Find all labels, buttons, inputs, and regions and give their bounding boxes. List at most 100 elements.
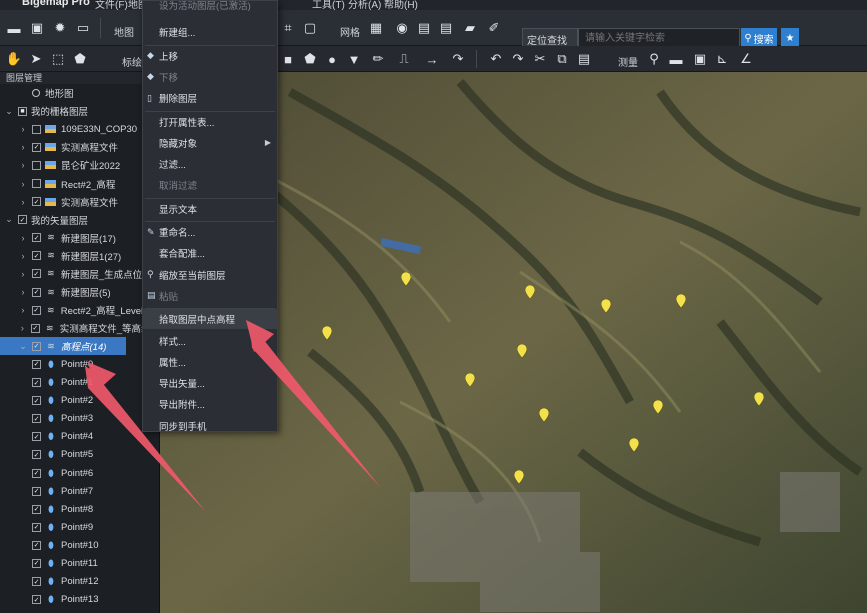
elevation-marker-icon[interactable] <box>653 400 663 414</box>
tree-row[interactable]: ✓ ⬮ Point#10 <box>0 536 159 554</box>
annotate-label[interactable]: 标绘 <box>122 54 142 69</box>
pentagon-tool-icon[interactable]: ⬟ <box>300 49 320 69</box>
layer-checkbox[interactable]: ✓ <box>18 215 27 225</box>
menu-file[interactable]: 文件(F) <box>95 0 128 10</box>
layer-checkbox[interactable]: ✓ <box>31 305 41 315</box>
menu-tools[interactable]: 工具(T) <box>312 0 345 10</box>
chevron-right-icon[interactable]: › <box>18 305 28 315</box>
text-tool-icon[interactable]: ⎍ <box>394 49 414 69</box>
context-menu-item[interactable]: ✎ 重命名... <box>143 222 277 242</box>
context-menu-item[interactable]: 新建组... <box>143 22 277 42</box>
layer-checkbox[interactable] <box>32 124 41 134</box>
search-button[interactable]: ⚲ 搜索 <box>741 28 777 48</box>
elevation-marker-icon[interactable] <box>754 392 764 406</box>
tree-row[interactable]: ✓ ⬮ Point#6 <box>0 464 159 482</box>
layer-checkbox[interactable]: ✓ <box>32 595 41 605</box>
tree-row[interactable]: › ✓ 实测高程文件 <box>0 138 159 156</box>
arrow-tool-icon[interactable]: → <box>422 49 442 69</box>
triangle-tool-icon[interactable]: ▼ <box>344 49 364 69</box>
settings-icon[interactable]: ✹ <box>50 18 70 38</box>
tree-row[interactable]: ✓ ⬮ Point#12 <box>0 573 159 591</box>
tree-row[interactable]: ✓ ⬮ Point#11 <box>0 554 159 572</box>
layer-checkbox[interactable]: ✓ <box>32 486 41 496</box>
chevron-down-icon[interactable]: ⌄ <box>4 214 14 225</box>
frame-icon[interactable]: ▢ <box>300 18 320 38</box>
chevron-right-icon[interactable]: › <box>18 160 28 170</box>
rectangle-tool-icon[interactable]: ■ <box>278 49 298 69</box>
chevron-right-icon[interactable]: › <box>18 124 28 134</box>
layer-checkbox[interactable]: ✓ <box>32 251 41 261</box>
tree-row[interactable]: ✓ ⬮ Point#2 <box>0 392 159 410</box>
layer-checkbox[interactable]: ✓ <box>32 287 41 297</box>
measure-label[interactable]: 测量 <box>618 54 638 69</box>
tree-row[interactable]: › ✓ ≋ 实测高程文件_等高线(1 <box>0 319 159 337</box>
circle-tool-icon[interactable]: ● <box>322 49 342 69</box>
redo-icon[interactable]: ↷ <box>508 49 528 69</box>
context-menu-item[interactable]: 导出附件... <box>143 394 277 414</box>
paste-toolbar-icon[interactable]: ▤ <box>574 49 594 69</box>
select-pointer-icon[interactable]: ➤ <box>26 49 46 69</box>
elevation-marker-icon[interactable] <box>601 299 611 313</box>
elevation-marker-icon[interactable] <box>322 326 332 340</box>
tree-row[interactable]: ✓ ⬮ Point#1 <box>0 374 159 392</box>
layer-checkbox[interactable]: ■ <box>18 106 27 116</box>
tree-row[interactable]: › ✓ ≋ Rect#2_高程_Level_16 <box>0 301 159 319</box>
chevron-down-icon[interactable]: ⌄ <box>4 106 14 117</box>
tree-row[interactable]: ⌄ ✓ 我的矢量图层 <box>0 211 159 229</box>
undo-icon[interactable]: ↶ <box>486 49 506 69</box>
grid-icon[interactable]: ▦ <box>366 18 386 38</box>
tree-row[interactable]: ⌄ ■ 我的栅格图层 <box>0 102 159 120</box>
tree-row[interactable]: ✓ ⬮ Point#3 <box>0 410 159 428</box>
elevation-marker-icon[interactable] <box>676 294 686 308</box>
search-mode-select[interactable]: 定位查找 ▾ <box>522 28 578 58</box>
layer-checkbox[interactable]: ✓ <box>32 233 41 243</box>
tree-row[interactable]: ✓ ⬮ Point#0 <box>0 355 159 373</box>
tree-row[interactable]: ✓ ⬮ Point#5 <box>0 446 159 464</box>
menu-help[interactable]: 帮助(H) <box>384 0 418 10</box>
context-menu-item[interactable]: 样式... <box>143 331 277 351</box>
window-icon[interactable]: ▭ <box>73 18 93 38</box>
tree-row[interactable]: ✓ ⬮ Point#9 <box>0 518 159 536</box>
tree-row[interactable]: › ✓ ≋ 新建图层1(27) <box>0 247 159 265</box>
layer-checkbox[interactable]: ✓ <box>32 142 41 152</box>
tree-row[interactable]: ✓ ⬮ Point#8 <box>0 500 159 518</box>
folder-icon[interactable]: ▰ <box>460 18 480 38</box>
tile-icon[interactable]: ▤ <box>414 18 434 38</box>
tree-row[interactable]: › ✓ ≋ 新建图层(17) <box>0 229 159 247</box>
pan-hand-icon[interactable]: ✋ <box>4 49 24 69</box>
layer-checkbox[interactable]: ✓ <box>31 269 41 279</box>
layer-checkbox[interactable]: ✓ <box>32 504 41 514</box>
measure-height-icon[interactable]: ⊾ <box>712 49 732 69</box>
chevron-right-icon[interactable]: › <box>18 233 28 243</box>
chevron-right-icon[interactable]: › <box>18 323 27 333</box>
context-menu-item[interactable]: 隐藏对象 ▶ <box>143 133 277 153</box>
layer-checkbox[interactable]: ✓ <box>30 323 40 333</box>
chevron-right-icon[interactable]: › <box>18 142 28 152</box>
polygon-select-icon[interactable]: ⬟ <box>70 49 90 69</box>
elevation-marker-icon[interactable] <box>525 285 535 299</box>
context-menu-item[interactable]: 同步到手机 <box>143 416 277 436</box>
tree-row[interactable]: › 昆仑矿业2022 <box>0 156 159 174</box>
save-icon[interactable]: ▣ <box>27 18 47 38</box>
measure-area-icon[interactable]: ▣ <box>690 49 710 69</box>
open-folder-icon[interactable]: ▬ <box>4 18 24 38</box>
layer-checkbox[interactable]: ✓ <box>32 450 41 460</box>
elevation-marker-icon[interactable] <box>401 272 411 286</box>
context-menu-item[interactable]: 拾取图层中点高程 <box>143 309 277 330</box>
map-label[interactable]: 地图 <box>114 24 134 39</box>
layer-checkbox[interactable]: ✓ <box>32 468 41 478</box>
extent-icon[interactable]: ⌗ <box>278 18 298 38</box>
tree-row[interactable]: › ✓ 实测高程文件 <box>0 193 159 211</box>
context-menu-item[interactable]: 显示文本 <box>143 199 277 219</box>
elevation-marker-icon[interactable] <box>465 373 475 387</box>
chevron-right-icon[interactable]: › <box>18 287 28 297</box>
layer-checkbox[interactable]: ✓ <box>32 341 41 351</box>
menu-analysis[interactable]: 分析(A) <box>348 0 381 10</box>
tree-row[interactable]: › ✓ ≋ 新建图层_生成点位(15) <box>0 265 159 283</box>
layer-checkbox[interactable]: ✓ <box>32 577 41 587</box>
globe-icon[interactable]: ◉ <box>392 18 412 38</box>
tree-row[interactable]: ✓ ⬮ Point#13 <box>0 591 159 609</box>
context-menu-item[interactable]: 打开属性表... <box>143 112 277 132</box>
layer-checkbox[interactable]: ✓ <box>32 197 41 207</box>
layer-checkbox[interactable]: ✓ <box>32 414 41 424</box>
